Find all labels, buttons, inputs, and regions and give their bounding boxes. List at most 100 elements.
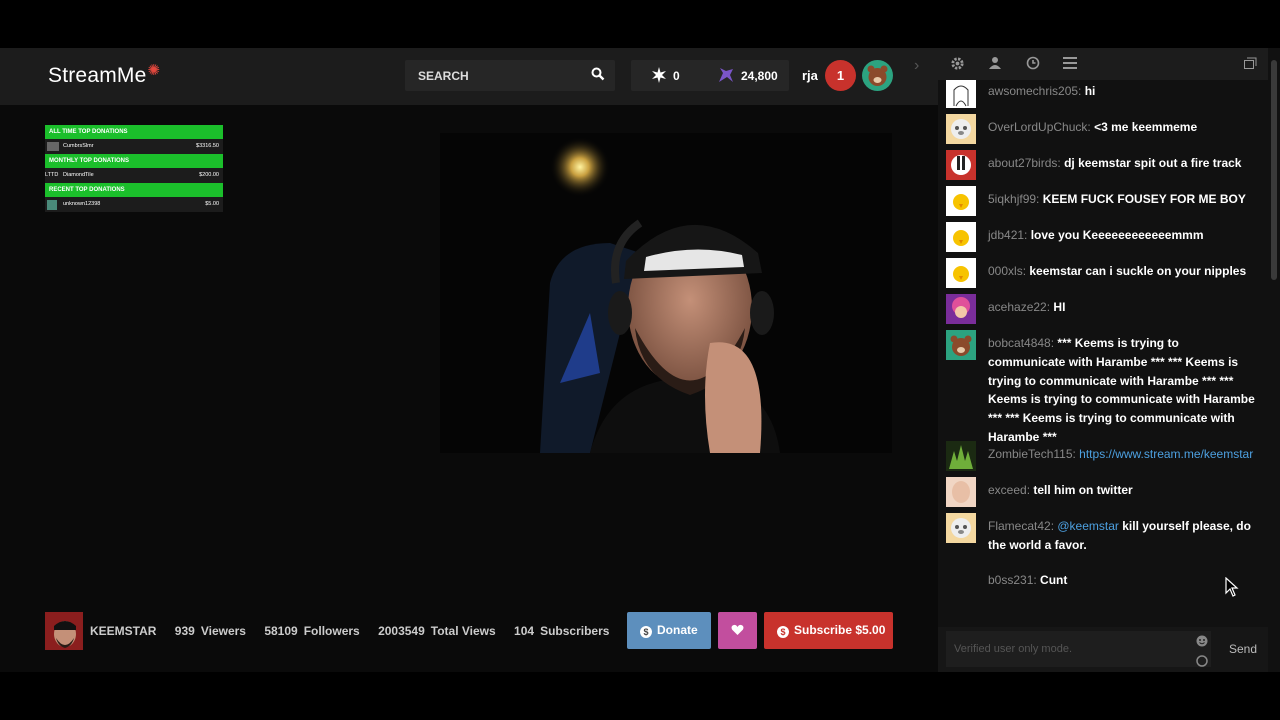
chat-username[interactable]: ZombieTech115: <box>988 447 1076 461</box>
chat-avatar[interactable] <box>946 80 976 108</box>
viewers-count: 939 <box>174 624 195 638</box>
search-bar[interactable]: SEARCH <box>405 60 615 91</box>
scrollbar-thumb[interactable] <box>1271 60 1277 280</box>
donation-amount: $3316.50 <box>196 143 219 149</box>
recent-donations-title: RECENT TOP DONATIONS <box>45 183 223 197</box>
list-icon[interactable] <box>1063 56 1077 75</box>
subscribers-count: 104 <box>514 624 535 638</box>
chat-username[interactable]: Flamecat42: <box>988 519 1054 533</box>
logo-text: Stream <box>48 64 117 87</box>
unicorn-stat[interactable]: 24,800 <box>717 67 778 86</box>
mouse-cursor-icon <box>1225 577 1239 597</box>
chat-avatar[interactable] <box>946 441 976 471</box>
donate-button[interactable]: $ Donate <box>627 612 711 649</box>
dollar-coin-icon: $ <box>640 626 652 638</box>
chat-link[interactable]: https://www.stream.me/keemstar <box>1079 447 1253 461</box>
heart-icon <box>731 624 744 635</box>
search-label: SEARCH <box>418 69 469 83</box>
chat-username[interactable]: acehaze22: <box>988 300 1050 314</box>
chat-text: HI <box>1053 300 1066 314</box>
chat-username[interactable]: b0ss231: <box>988 573 1037 587</box>
username[interactable]: rja <box>802 68 818 83</box>
monthly-donations-title: MONTHLY TOP DONATIONS <box>45 154 223 168</box>
channel-avatar[interactable] <box>45 612 83 650</box>
app: StreamMe✺ SEARCH 0 24,800 rja 1 › ALL TI… <box>0 48 1280 672</box>
search-icon[interactable] <box>591 67 605 86</box>
currency-stats[interactable]: 0 24,800 <box>631 60 789 91</box>
donor-avatar-icon <box>47 200 57 217</box>
donate-label: Donate <box>657 623 698 637</box>
chat-username[interactable]: exceed: <box>988 483 1030 497</box>
chat-text: hi <box>1084 84 1096 98</box>
popout-icon[interactable] <box>1244 56 1257 74</box>
all-time-donations-title: ALL TIME TOP DONATIONS <box>45 125 223 139</box>
followers-label: Followers <box>303 624 360 638</box>
donation-amount: $5.00 <box>205 201 219 207</box>
chat-avatar[interactable] <box>946 258 976 288</box>
dollar-coin-icon: $ <box>777 626 789 638</box>
chat-scrollbar[interactable] <box>1268 48 1280 672</box>
chat-input-area: Verified user only mode. Send <box>938 627 1268 672</box>
chat-text: *** Keems is trying to communicate with … <box>988 336 1255 444</box>
notification-badge[interactable]: 1 <box>825 60 856 91</box>
donation-overlay: ALL TIME TOP DONATIONS CumbrsSlmr $3316.… <box>45 125 223 212</box>
chat-username[interactable]: OverLordUpChuck: <box>988 120 1091 134</box>
chat-text: keemstar can i suckle on your nipples <box>1029 264 1247 278</box>
top-navbar: StreamMe✺ SEARCH 0 24,800 rja 1 › <box>0 48 938 105</box>
chat-avatar[interactable] <box>946 330 976 360</box>
gear-icon[interactable] <box>950 56 965 76</box>
sparks-stat[interactable]: 0 <box>651 67 680 86</box>
chat-input-field[interactable]: Verified user only mode. <box>946 631 1211 667</box>
chat-text: KEEM FUCK FOUSEY FOR ME BOY <box>1042 192 1246 206</box>
donor-avatar-icon <box>47 142 59 158</box>
chat-panel: awsomechris205: hi OverLordUpChuck: <3 m… <box>938 80 1268 627</box>
follow-heart-button[interactable] <box>718 612 757 649</box>
chat-username[interactable]: 5iqkhjf99: <box>988 192 1039 206</box>
channel-name[interactable]: KEEMSTAR <box>90 624 156 638</box>
chat-avatar[interactable] <box>946 477 976 507</box>
chevron-right-icon[interactable]: › <box>914 57 919 75</box>
streamme-logo[interactable]: StreamMe✺ <box>48 62 161 88</box>
chat-username[interactable]: 000xls: <box>988 264 1026 278</box>
chat-avatar[interactable] <box>946 513 976 543</box>
send-button[interactable]: Send <box>1223 631 1263 667</box>
sparks-count: 0 <box>673 69 680 83</box>
unicorn-icon <box>719 68 733 82</box>
logo-spark-icon: ✺ <box>147 62 161 79</box>
subscribe-label: Subscribe $5.00 <box>794 623 886 637</box>
chat-text: love you Keeeeeeeeeeeemmm <box>1030 228 1204 242</box>
donation-amount: $200.00 <box>199 172 219 178</box>
video-player[interactable] <box>440 133 892 453</box>
chat-mention[interactable]: @keemstar <box>1057 519 1119 533</box>
chat-username[interactable]: jdb421: <box>988 228 1027 242</box>
total-views-count: 2003549 <box>378 624 425 638</box>
chat-avatar[interactable] <box>946 186 976 216</box>
recent-donation-row: unknown12398 $5.00 <box>45 197 223 212</box>
logo-me: Me <box>116 64 147 87</box>
chat-toolbar <box>938 48 1268 80</box>
donor-name: unknown12398 <box>63 201 101 207</box>
followers-count: 58109 <box>264 624 298 638</box>
donor-prefix: LTTD <box>45 172 59 178</box>
chat-avatar[interactable] <box>946 294 976 324</box>
chat-username[interactable]: about27birds: <box>988 156 1061 170</box>
streamer-webcam-image <box>540 137 780 453</box>
clock-icon[interactable] <box>1026 56 1040 75</box>
donor-name: DiamondTile <box>63 172 94 178</box>
all-time-donation-row: CumbrsSlmr $3316.50 <box>45 139 223 154</box>
status-circle-icon[interactable] <box>1196 654 1208 672</box>
chat-avatar[interactable] <box>946 222 976 252</box>
user-icon[interactable] <box>988 56 1002 75</box>
user-avatar[interactable] <box>862 60 893 91</box>
subscribe-button[interactable]: $ Subscribe $5.00 <box>764 612 893 649</box>
chat-avatar[interactable] <box>946 114 976 144</box>
chat-username[interactable]: bobcat4848: <box>988 336 1054 350</box>
donor-name: CumbrsSlmr <box>63 143 94 149</box>
spark-icon <box>652 67 666 83</box>
unicorn-count: 24,800 <box>741 69 778 83</box>
monthly-donation-row: LTTD DiamondTile $200.00 <box>45 168 223 183</box>
chat-username[interactable]: awsomechris205: <box>988 84 1081 98</box>
subscribers-label: Subscribers <box>540 624 610 638</box>
emoji-icon[interactable] <box>1196 634 1208 652</box>
chat-avatar[interactable] <box>946 150 976 180</box>
